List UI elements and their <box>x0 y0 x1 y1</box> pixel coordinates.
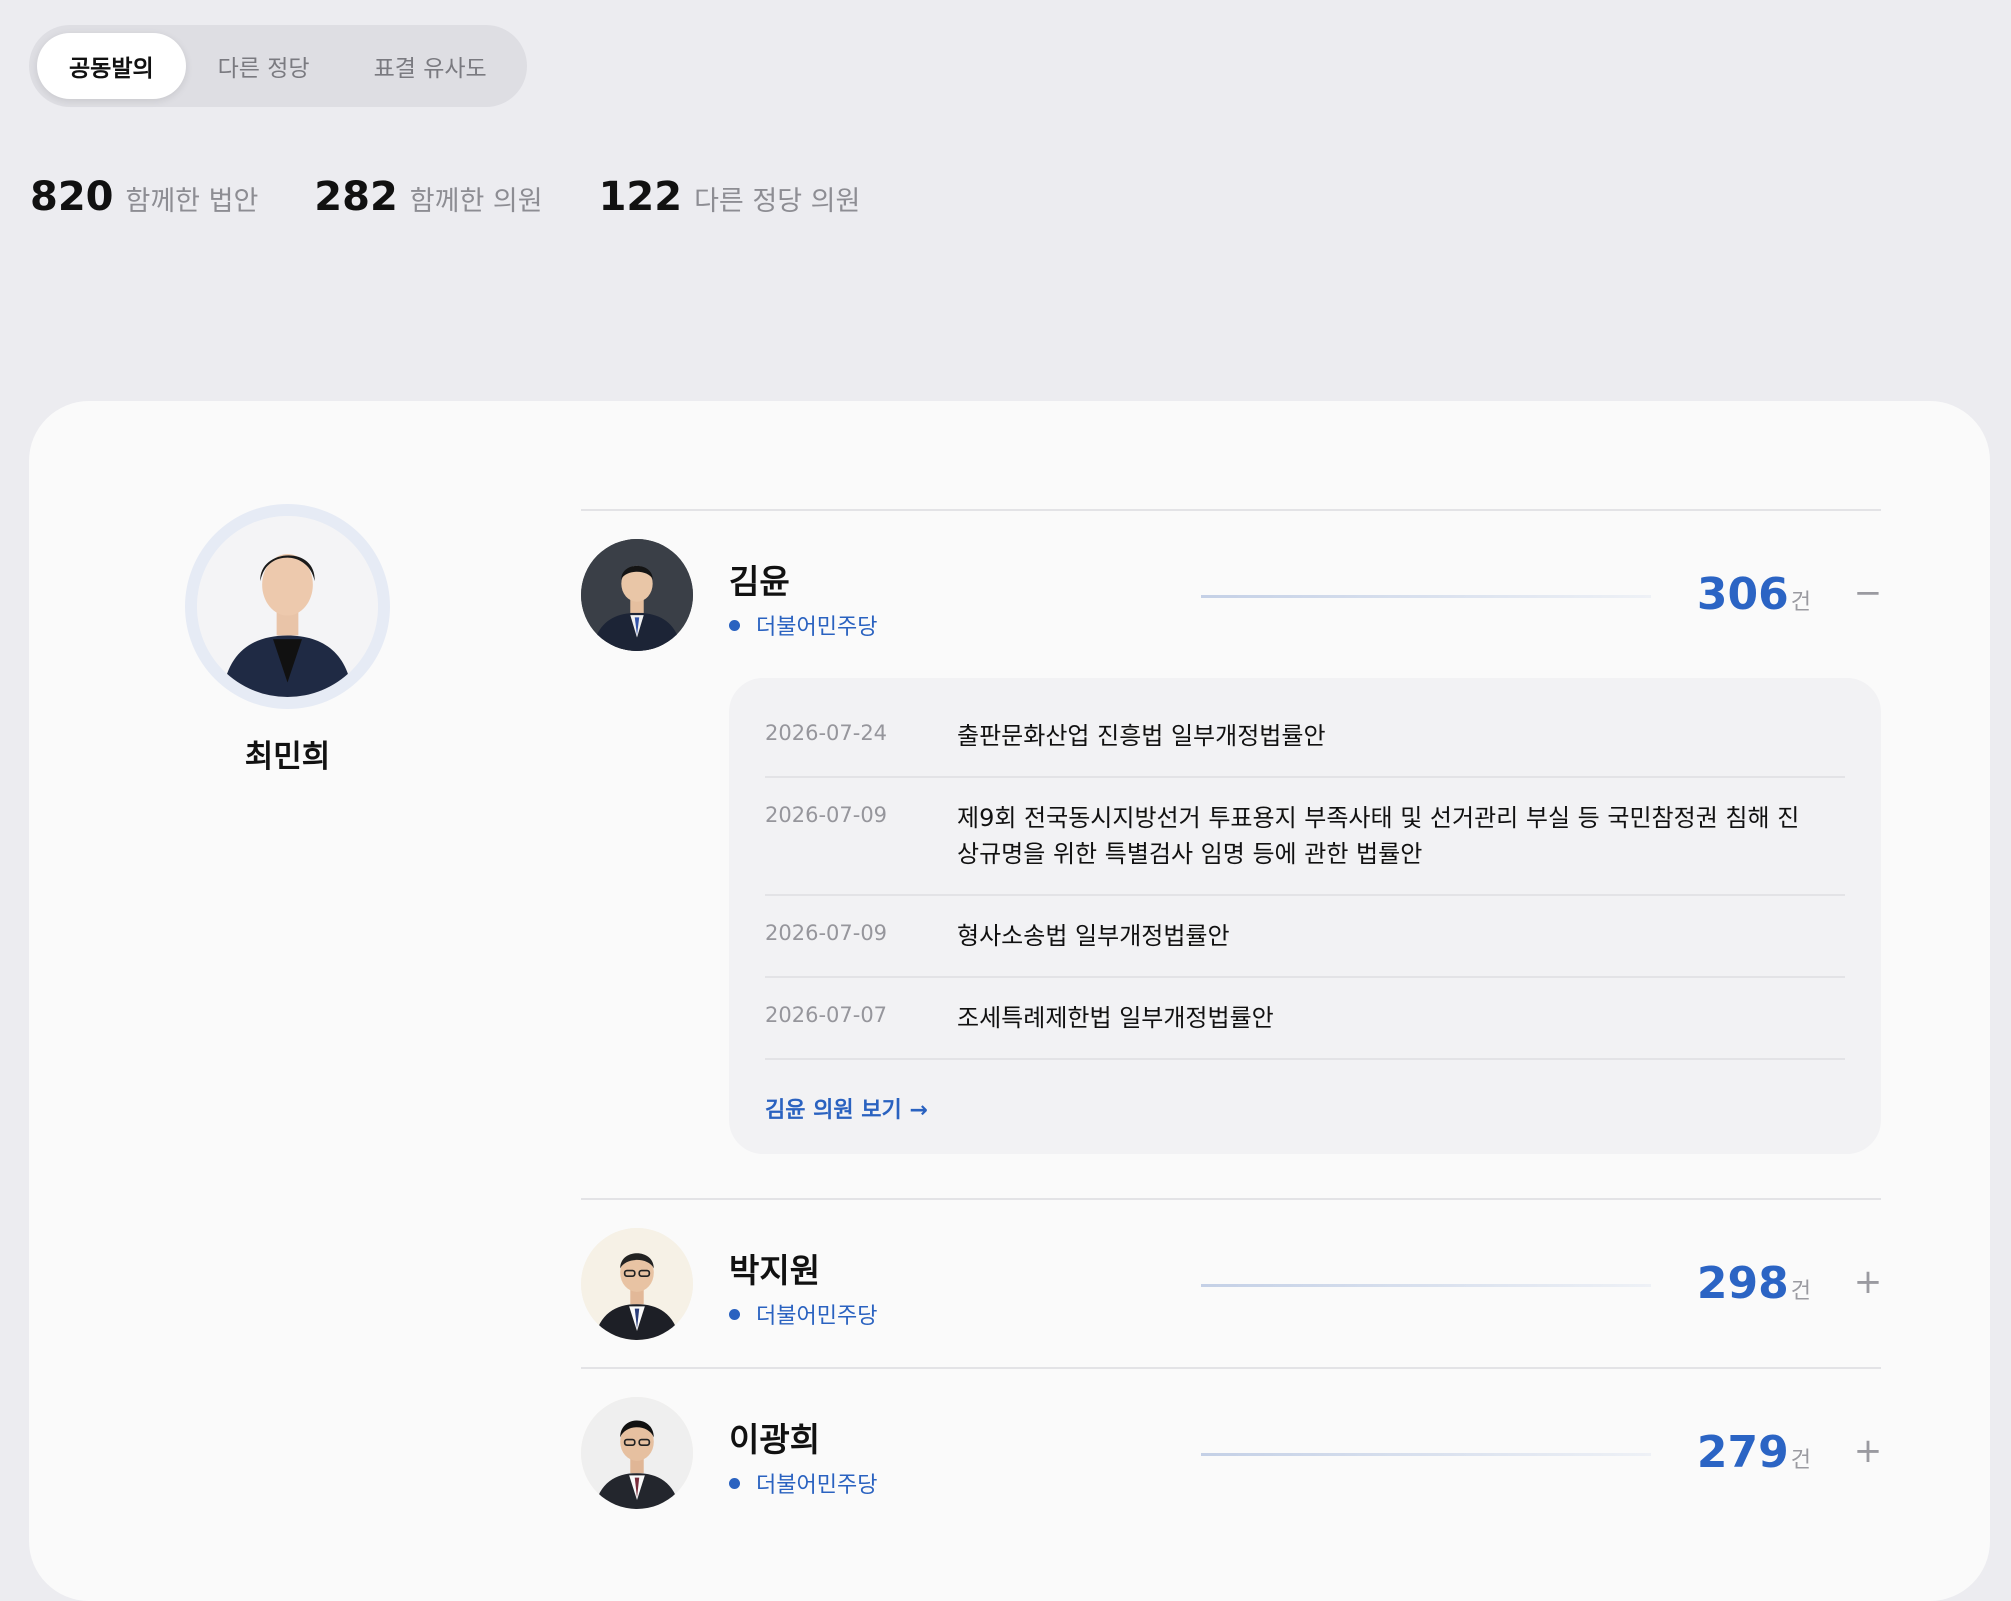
count-value: 279 <box>1696 1427 1789 1478</box>
count-value: 298 <box>1696 1258 1789 1309</box>
party-dot-icon <box>729 1308 740 1320</box>
stat-label: 함께한 의원 <box>409 186 543 217</box>
stat-value: 282 <box>314 174 398 220</box>
count-bar <box>1201 1284 1651 1287</box>
member-name: 박지원 <box>729 1251 821 1290</box>
cosponsor-count: 298 건 <box>1697 1258 1811 1309</box>
cosponsor-row-header[interactable]: 박지원 더불어민주당 298 건 + <box>581 1200 1883 1367</box>
party-dot-icon <box>729 619 740 631</box>
person-portrait-icon <box>581 539 693 651</box>
count-unit: 건 <box>1790 1279 1811 1304</box>
bill-date: 2026-07-09 <box>765 803 888 827</box>
person-portrait-icon <box>581 1228 693 1340</box>
stat-shared-bills: 820 함께한 법안 <box>30 174 258 220</box>
member-name: 이광희 <box>729 1420 821 1459</box>
member-party: 더불어민주당 <box>729 1298 877 1330</box>
tab-vote-similarity[interactable]: 표결 유사도 <box>342 33 519 99</box>
bill-title: 형사소송법 일부개정법률안 <box>957 922 1230 950</box>
count-bar <box>1201 595 1651 598</box>
cosponsor-row-header[interactable]: 이광희 더불어민주당 279 건 + <box>581 1369 1883 1536</box>
shared-bills-panel: 2026-07-24 출판문화산업 진흥법 일부개정법률안 2026-07-09… <box>729 678 1881 1154</box>
stat-value: 820 <box>30 174 114 220</box>
count-value: 306 <box>1696 569 1789 620</box>
party-label: 더불어민주당 <box>756 1304 878 1329</box>
bill-date: 2026-07-07 <box>765 1003 888 1027</box>
stat-value: 122 <box>598 174 683 220</box>
cosponsor-row: 이광희 더불어민주당 279 건 + <box>581 1367 1883 1536</box>
stat-other-party-members: 122 다른 정당 의원 <box>599 174 861 220</box>
bill-item[interactable]: 2026-07-07 조세특례제한법 일부개정법률안 <box>765 978 1845 1060</box>
cosponsor-row-header[interactable]: 김윤 더불어민주당 306 건 − <box>581 511 1883 678</box>
collapse-toggle-icon[interactable]: − <box>1854 571 1883 615</box>
person-portrait-icon <box>197 516 378 697</box>
bill-title: 조세특례제한법 일부개정법률안 <box>957 1004 1274 1032</box>
count-unit: 건 <box>1790 1448 1811 1473</box>
summary-stats: 820 함께한 법안 282 함께한 의원 122 다른 정당 의원 <box>30 174 916 220</box>
cosponsor-count: 279 건 <box>1697 1427 1811 1478</box>
party-label: 더불어민주당 <box>756 1473 878 1498</box>
party-dot-icon <box>729 1477 740 1489</box>
bill-item[interactable]: 2026-07-24 출판문화산업 진흥법 일부개정법률안 <box>765 696 1845 778</box>
stat-label: 다른 정당 의원 <box>694 186 861 217</box>
self-avatar <box>197 516 378 697</box>
member-avatar <box>581 539 693 651</box>
cosponsor-card: 최민희 김윤 더불어민주당 306 건 − 2026-07-24 출판문화산업 … <box>29 401 1990 1601</box>
self-name: 최민희 <box>244 739 331 775</box>
stat-label: 함께한 법안 <box>125 186 259 217</box>
member-party: 더불어민주당 <box>729 609 877 641</box>
member-avatar <box>581 1397 693 1509</box>
view-member-link[interactable]: 김윤 의원 보기 → <box>765 1092 928 1124</box>
bill-item[interactable]: 2026-07-09 형사소송법 일부개정법률안 <box>765 896 1845 978</box>
party-label: 더불어민주당 <box>756 615 878 640</box>
member-name: 김윤 <box>729 562 790 601</box>
bill-item[interactable]: 2026-07-09 제9회 전국동시지방선거 투표용지 부족사태 및 선거관리… <box>765 778 1845 896</box>
expand-toggle-icon[interactable]: + <box>1854 1260 1883 1304</box>
bill-title: 출판문화산업 진흥법 일부개정법률안 <box>957 722 1326 750</box>
tab-other-party[interactable]: 다른 정당 <box>186 33 342 99</box>
tab-cosponsor[interactable]: 공동발의 <box>37 33 186 99</box>
bill-date: 2026-07-24 <box>765 721 888 745</box>
cosponsor-row: 김윤 더불어민주당 306 건 − 2026-07-24 출판문화산업 진흥법 … <box>581 509 1883 1154</box>
self-avatar-ring <box>185 504 390 709</box>
stat-shared-members: 282 함께한 의원 <box>314 174 542 220</box>
count-unit: 건 <box>1790 590 1811 615</box>
bill-date: 2026-07-09 <box>765 921 888 945</box>
expand-toggle-icon[interactable]: + <box>1854 1429 1883 1473</box>
cosponsor-count: 306 건 <box>1697 569 1811 620</box>
person-portrait-icon <box>581 1397 693 1509</box>
view-tabs: 공동발의 다른 정당 표결 유사도 <box>29 25 527 107</box>
cosponsor-row: 박지원 더불어민주당 298 건 + <box>581 1198 1883 1367</box>
count-bar <box>1201 1453 1651 1456</box>
member-avatar <box>581 1228 693 1340</box>
bill-title: 제9회 전국동시지방선거 투표용지 부족사태 및 선거관리 부실 등 국민참정권… <box>957 804 1800 868</box>
member-party: 더불어민주당 <box>729 1467 877 1499</box>
cosponsor-list: 김윤 더불어민주당 306 건 − 2026-07-24 출판문화산업 진흥법 … <box>581 509 1883 1536</box>
self-profile: 최민희 <box>185 504 390 776</box>
